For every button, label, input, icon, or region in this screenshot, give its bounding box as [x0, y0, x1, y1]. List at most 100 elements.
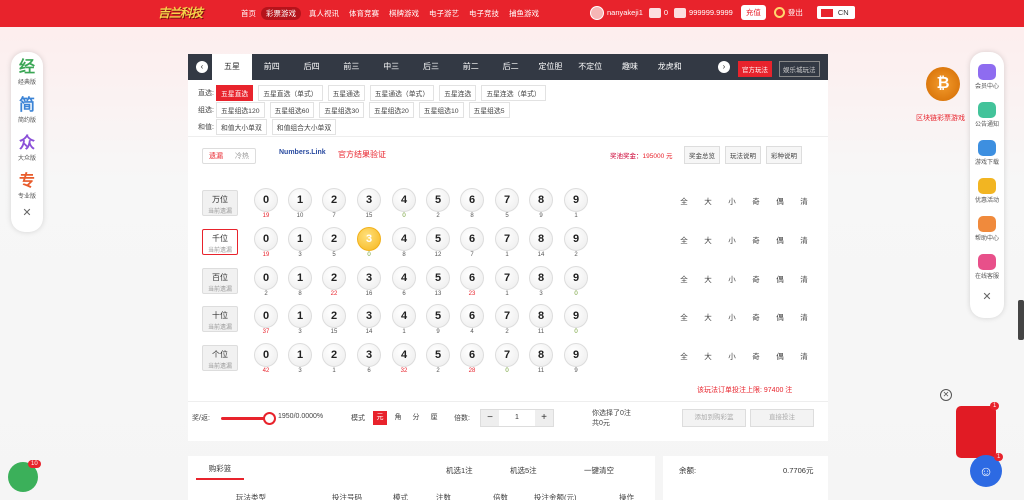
nav-item[interactable]: 首页 [236, 7, 261, 20]
number-ball[interactable]: 9 [564, 343, 588, 368]
number-ball[interactable]: 2 [322, 188, 346, 212]
filter-button[interactable]: 奇 [750, 235, 762, 246]
number-ball[interactable]: 1 [288, 304, 312, 329]
nav-item[interactable]: 捕鱼游戏 [504, 7, 544, 20]
filter-button[interactable]: 偶 [774, 235, 786, 246]
random-5-button[interactable]: 机选5注 [510, 465, 537, 476]
scrollbar[interactable] [1018, 300, 1024, 340]
play-tab[interactable]: 龙虎和 [650, 54, 690, 80]
play-tab[interactable]: 前三 [331, 54, 371, 80]
filter-button[interactable]: 奇 [750, 196, 762, 207]
language-select[interactable]: CN [816, 6, 855, 19]
cart-title[interactable]: 购彩篮 [196, 463, 244, 480]
site-logo[interactable]: 吉兰科技 [158, 4, 212, 22]
add-to-cart-button[interactable]: 添加到购彩篮 [682, 409, 746, 427]
number-ball[interactable]: 7 [495, 343, 519, 368]
filter-button[interactable]: 清 [798, 196, 810, 207]
number-ball[interactable]: 7 [495, 188, 519, 212]
position-label[interactable]: 百位 当前遗漏 [202, 267, 238, 294]
number-ball[interactable]: 0 [254, 265, 278, 290]
number-ball[interactable]: 7 [495, 265, 519, 290]
logout-link[interactable]: 登出 [788, 7, 803, 18]
recharge-button[interactable]: 充值 [740, 5, 766, 20]
red-packet-icon[interactable] [956, 406, 996, 458]
number-ball[interactable]: 8 [529, 188, 553, 212]
play-option[interactable]: 和值组合大小单双 [271, 119, 337, 135]
bitcoin-icon[interactable]: ₿ [926, 67, 960, 101]
nav-item[interactable]: 彩票游戏 [261, 7, 301, 20]
position-label[interactable]: 千位 当前遗漏 [202, 228, 238, 255]
number-ball[interactable]: 3 [357, 226, 381, 251]
filter-button[interactable]: 全 [678, 312, 690, 323]
sidebar-item[interactable]: 游戏下载 [970, 138, 1004, 176]
number-ball[interactable]: 2 [322, 304, 346, 329]
number-ball[interactable]: 1 [288, 188, 312, 212]
play-tab[interactable]: 前二 [451, 54, 491, 80]
number-ball[interactable]: 9 [564, 226, 588, 251]
number-ball[interactable]: 7 [495, 304, 519, 329]
number-ball[interactable]: 8 [529, 226, 553, 251]
sidebar-item[interactable]: 公告通知 [970, 100, 1004, 138]
nav-item[interactable]: 棋牌游戏 [384, 7, 424, 20]
filter-button[interactable]: 奇 [750, 351, 762, 362]
prize-overview-button[interactable]: 奖金总览 [684, 146, 720, 164]
position-label[interactable]: 十位 当前遗漏 [202, 306, 238, 333]
play-option[interactable]: 五星直选 [216, 85, 254, 101]
filter-button[interactable]: 清 [798, 351, 810, 362]
lottery-help-button[interactable]: 彩种说明 [766, 146, 802, 164]
play-tab[interactable]: 后四 [292, 54, 332, 80]
play-option[interactable]: 五星通选（单式） [369, 85, 435, 101]
filter-button[interactable]: 大 [702, 312, 714, 323]
direct-bet-button[interactable]: 直接投注 [750, 409, 814, 427]
sidebar-item[interactable]: 会员中心 [970, 62, 1004, 100]
filter-button[interactable]: 全 [678, 274, 690, 285]
number-ball[interactable]: 2 [322, 343, 346, 368]
filter-button[interactable]: 全 [678, 196, 690, 207]
verify-link[interactable]: 官方结果验证 [338, 149, 386, 160]
play-option[interactable]: 五星通选 [327, 85, 365, 101]
rebate-slider-handle[interactable] [263, 412, 276, 425]
tab-next-button[interactable]: › [718, 61, 730, 73]
close-icon[interactable]: ✕ [970, 290, 1004, 303]
mode-yuan[interactable]: 元 [373, 411, 387, 425]
number-ball[interactable]: 0 [254, 188, 278, 212]
filter-button[interactable]: 大 [702, 351, 714, 362]
number-ball[interactable]: 8 [529, 304, 553, 329]
position-label[interactable]: 万位 当前遗漏 [202, 190, 238, 216]
number-ball[interactable]: 9 [564, 304, 588, 329]
number-ball[interactable]: 5 [426, 343, 450, 368]
number-ball[interactable]: 1 [288, 265, 312, 290]
numbers-link-logo[interactable]: Numbers.Link [279, 149, 326, 156]
number-ball[interactable]: 5 [426, 188, 450, 212]
filter-button[interactable]: 全 [678, 351, 690, 362]
nav-item[interactable]: 体育竞赛 [344, 7, 384, 20]
play-tab[interactable]: 不定位 [570, 54, 610, 80]
number-ball[interactable]: 6 [460, 265, 484, 290]
filter-button[interactable]: 大 [702, 235, 714, 246]
filter-button[interactable]: 偶 [774, 312, 786, 323]
play-option[interactable]: 和值大小单双 [216, 119, 267, 135]
number-ball[interactable]: 4 [392, 343, 416, 368]
play-option[interactable]: 五星组选30 [319, 102, 365, 118]
mode-jiao[interactable]: 角 [391, 411, 405, 425]
play-option[interactable]: 五星组选5 [468, 102, 510, 118]
position-label[interactable]: 个位 当前遗漏 [202, 345, 238, 372]
version-item[interactable]: 经经典版 [11, 52, 43, 90]
number-ball[interactable]: 8 [529, 343, 553, 368]
number-ball[interactable]: 3 [357, 188, 381, 212]
mail-icon[interactable] [648, 7, 661, 18]
number-ball[interactable]: 6 [460, 226, 484, 251]
play-option[interactable]: 五星组选120 [216, 102, 265, 118]
number-ball[interactable]: 4 [392, 188, 416, 212]
number-ball[interactable]: 1 [288, 226, 312, 251]
filter-button[interactable]: 奇 [750, 274, 762, 285]
play-help-button[interactable]: 玩法说明 [725, 146, 761, 164]
username[interactable]: nanyakeji1 [607, 8, 643, 17]
mode-li[interactable]: 厘 [427, 411, 441, 425]
number-ball[interactable]: 0 [254, 304, 278, 329]
filter-button[interactable]: 偶 [774, 351, 786, 362]
filter-button[interactable]: 偶 [774, 196, 786, 207]
version-item[interactable]: 简简约版 [11, 90, 43, 128]
sidebar-item[interactable]: 优惠活动 [970, 176, 1004, 214]
clear-cart-button[interactable]: 一键清空 [584, 465, 614, 476]
